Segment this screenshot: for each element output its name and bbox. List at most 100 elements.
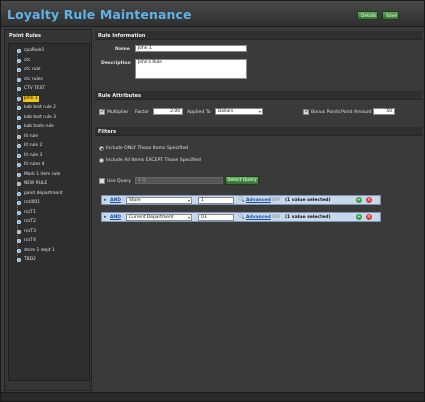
search-icon[interactable]: 🔍 <box>238 197 245 203</box>
applied-to-label: Applied To <box>187 110 211 115</box>
rule-list-item-label: kab tools rule <box>24 124 54 129</box>
filter-field-select[interactable]: Current Department ▾ <box>126 214 192 221</box>
filter-value-field[interactable]: 1 <box>198 197 234 204</box>
chevron-down-icon: ▾ <box>258 109 261 114</box>
filters-title: Filters <box>98 129 117 135</box>
rule-list-item[interactable]: lit rules 4 <box>17 162 46 168</box>
rule-list-item-label: lit rule 3 <box>24 152 43 158</box>
rule-attributes-header: Rule Attributes <box>95 91 422 100</box>
value-count-label: (1 value selected) <box>285 215 331 220</box>
rule-list-item-label: Mark 1 item rule <box>24 171 61 177</box>
rule-list-item[interactable]: TBD2 <box>17 257 37 263</box>
rule-list-item[interactable]: lit rule <box>17 134 39 140</box>
rule-icon <box>17 191 21 196</box>
rule-list-item[interactable]: ctc rule <box>17 67 41 73</box>
factor-field[interactable]: 2.00 <box>153 108 183 115</box>
rule-icon <box>17 229 21 234</box>
rule-list-item[interactable]: ctc rules <box>17 77 44 83</box>
rule-attributes-title: Rule Attributes <box>98 93 141 99</box>
rule-list-item[interactable]: kab tools rule <box>17 124 55 130</box>
rule-list-item[interactable]: cpaRule1 <box>17 48 45 54</box>
name-field[interactable]: John 1 <box>135 45 247 52</box>
point-rules-panel: Point Rules cpaRule1 ctc ctc rule ctc rules… <box>4 29 92 391</box>
rule-list-item[interactable]: kab test rule 3 <box>17 115 57 121</box>
rule-list-item[interactable]: rcsT3 <box>17 229 37 235</box>
include-all-except-radio[interactable] <box>99 158 104 163</box>
rule-detail-panel: Rule Information Name John 1 Description… <box>95 29 422 391</box>
filter-operator-link[interactable]: AND <box>110 198 121 203</box>
save-button[interactable]: Save <box>382 11 399 20</box>
rule-list-item-label: ctc rule <box>24 67 41 72</box>
filter-row: ▸ AND Store ▾ 1 🔍 Advanced OFF (1 value … <box>101 195 381 205</box>
chevron-down-icon: ▾ <box>187 215 190 220</box>
filter-value-field[interactable]: 03 <box>198 214 234 221</box>
point-amount-label: Point Amount <box>341 110 372 115</box>
rule-list-item-label: lit rules 4 <box>24 162 45 167</box>
rule-icon <box>17 49 21 53</box>
rule-list-item[interactable]: John 1 <box>17 95 39 102</box>
rule-list-item[interactable]: rcsl001 <box>17 200 41 206</box>
expand-arrow-icon[interactable]: ▸ <box>104 214 107 220</box>
bonus-points-label: Bonus Points <box>311 110 341 115</box>
add-filter-icon[interactable]: + <box>356 197 362 203</box>
advanced-state: OFF <box>272 198 281 203</box>
rule-list-item[interactable]: rcsT2 <box>17 219 37 225</box>
remove-filter-icon[interactable]: × <box>366 214 372 220</box>
rule-list-item[interactable]: kab test rule 2 <box>17 105 57 111</box>
filter-field-value: Store <box>129 198 141 203</box>
rule-list-item[interactable]: CTV TEST <box>17 86 46 92</box>
rule-icon <box>17 163 21 167</box>
rule-icon <box>17 210 21 215</box>
rule-list-item-label: NEW RULE <box>24 181 48 186</box>
rule-icon <box>17 220 21 224</box>
search-icon[interactable]: 🔍 <box>238 214 245 220</box>
rule-list-item[interactable]: NEW RULE <box>17 181 48 187</box>
advanced-link[interactable]: Advanced <box>246 198 271 203</box>
point-amount-field[interactable]: 50 <box>373 108 395 115</box>
rule-list-item[interactable]: paint department <box>17 191 64 197</box>
include-all-except-label: Include All Items EXCEPT Those Specified <box>106 158 201 163</box>
rule-icon <box>17 106 21 110</box>
expand-arrow-icon[interactable]: ▸ <box>104 197 107 203</box>
multiplier-checkbox[interactable] <box>99 108 105 115</box>
rule-list-item[interactable]: ctc <box>17 58 32 64</box>
rule-list-item[interactable]: lit rule 3 <box>17 152 43 159</box>
rule-icon <box>17 172 21 177</box>
rule-list-item-label: rcsT4 <box>24 238 36 243</box>
rule-list-item-label: store 1 dept 1 <box>24 247 55 253</box>
factor-label: Factor <box>135 110 150 115</box>
add-filter-icon[interactable]: + <box>356 214 362 220</box>
include-only-radio[interactable] <box>99 146 104 151</box>
rule-list-item-label: lit rule 2 <box>24 143 43 148</box>
rule-icon <box>17 134 21 139</box>
rule-icon <box>17 144 21 148</box>
page-title: Loyalty Rule Maintenance <box>7 7 192 22</box>
rule-icon <box>17 239 21 243</box>
select-query-button[interactable]: Select Query <box>225 176 259 185</box>
rule-icon <box>17 77 21 82</box>
rule-list-item[interactable]: lit rule 2 <box>17 143 43 149</box>
filter-operator-link[interactable]: AND <box>110 215 121 220</box>
point-rules-title: Point Rules <box>9 33 41 39</box>
details-button[interactable]: Details <box>357 11 378 20</box>
filter-row: ▸ AND Current Department ▾ 03 🔍 Advanced… <box>101 212 381 222</box>
remove-filter-icon[interactable]: × <box>366 197 372 203</box>
description-field[interactable]: John's Rule <box>135 59 247 79</box>
multiplier-label: Multiplier <box>107 110 129 115</box>
use-query-checkbox[interactable] <box>99 178 105 184</box>
rule-list-item[interactable]: store 1 dept 1 <box>17 247 56 254</box>
rule-list-item-label: kab test rule 2 <box>24 105 56 110</box>
rule-icon <box>17 68 21 72</box>
bonus-points-checkbox[interactable] <box>303 108 309 115</box>
rule-list-item-label: rcsT1 <box>24 209 36 215</box>
applied-to-select[interactable]: Dollars ▾ <box>215 108 263 115</box>
advanced-link[interactable]: Advanced <box>246 215 271 220</box>
rule-list-item[interactable]: rcsT1 <box>17 209 37 216</box>
rule-list-item[interactable]: Mark 1 item rule <box>17 171 61 178</box>
rule-list-item[interactable]: rcsT4 <box>17 238 37 244</box>
header-bar: Loyalty Rule Maintenance Details Save <box>1 1 424 27</box>
query-field[interactable]: 1 Q <box>135 177 223 184</box>
rule-icon <box>17 248 21 253</box>
rule-list-item-label: TBD2 <box>24 257 36 262</box>
filter-field-select[interactable]: Store ▾ <box>126 197 192 204</box>
